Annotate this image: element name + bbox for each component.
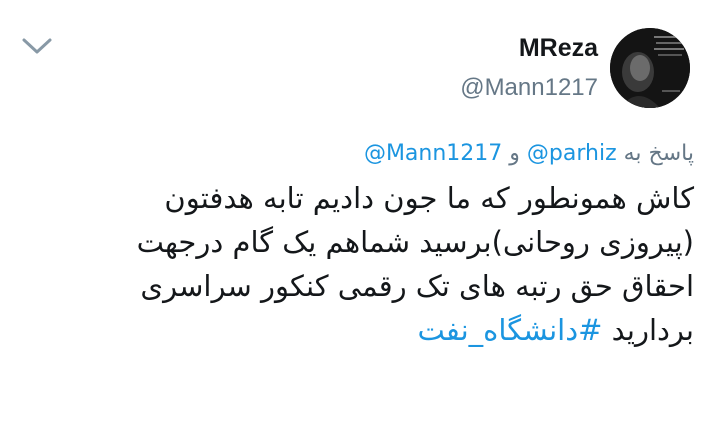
tweet-line-3: احقاق حق رتبه های تک رقمی کنکور سراسری bbox=[140, 269, 694, 303]
reply-context: پاسخ به @parhiz و @Mann1217 bbox=[364, 141, 694, 166]
author-display-name[interactable]: MReza bbox=[519, 34, 598, 63]
tweet-line-4-text: بردارید bbox=[611, 313, 694, 347]
reply-conjunction: و bbox=[509, 141, 520, 166]
tweet-text: کاش همونطور که ما جون دادیم تابه هدفتون … bbox=[34, 176, 694, 352]
tweet-line-2: (پیروزی روحانی)برسید شماهم یک گام درجهت bbox=[136, 225, 694, 259]
tweet-line-1: کاش همونطور که ما جون دادیم تابه هدفتون bbox=[164, 181, 694, 215]
reply-mention-mann1217[interactable]: @Mann1217 bbox=[364, 141, 502, 166]
hashtag-link[interactable]: #دانشگاه_نفت bbox=[417, 313, 602, 347]
reply-mention-parhiz[interactable]: @parhiz bbox=[527, 141, 617, 166]
avatar[interactable] bbox=[610, 28, 690, 108]
author-handle[interactable]: @Mann1217 bbox=[460, 74, 598, 102]
status-bar-strip bbox=[0, 0, 720, 14]
reply-prefix: پاسخ به bbox=[623, 141, 694, 166]
tweet-line-4: بردارید #دانشگاه_نفت bbox=[34, 308, 694, 352]
chevron-down-icon[interactable] bbox=[20, 34, 54, 58]
